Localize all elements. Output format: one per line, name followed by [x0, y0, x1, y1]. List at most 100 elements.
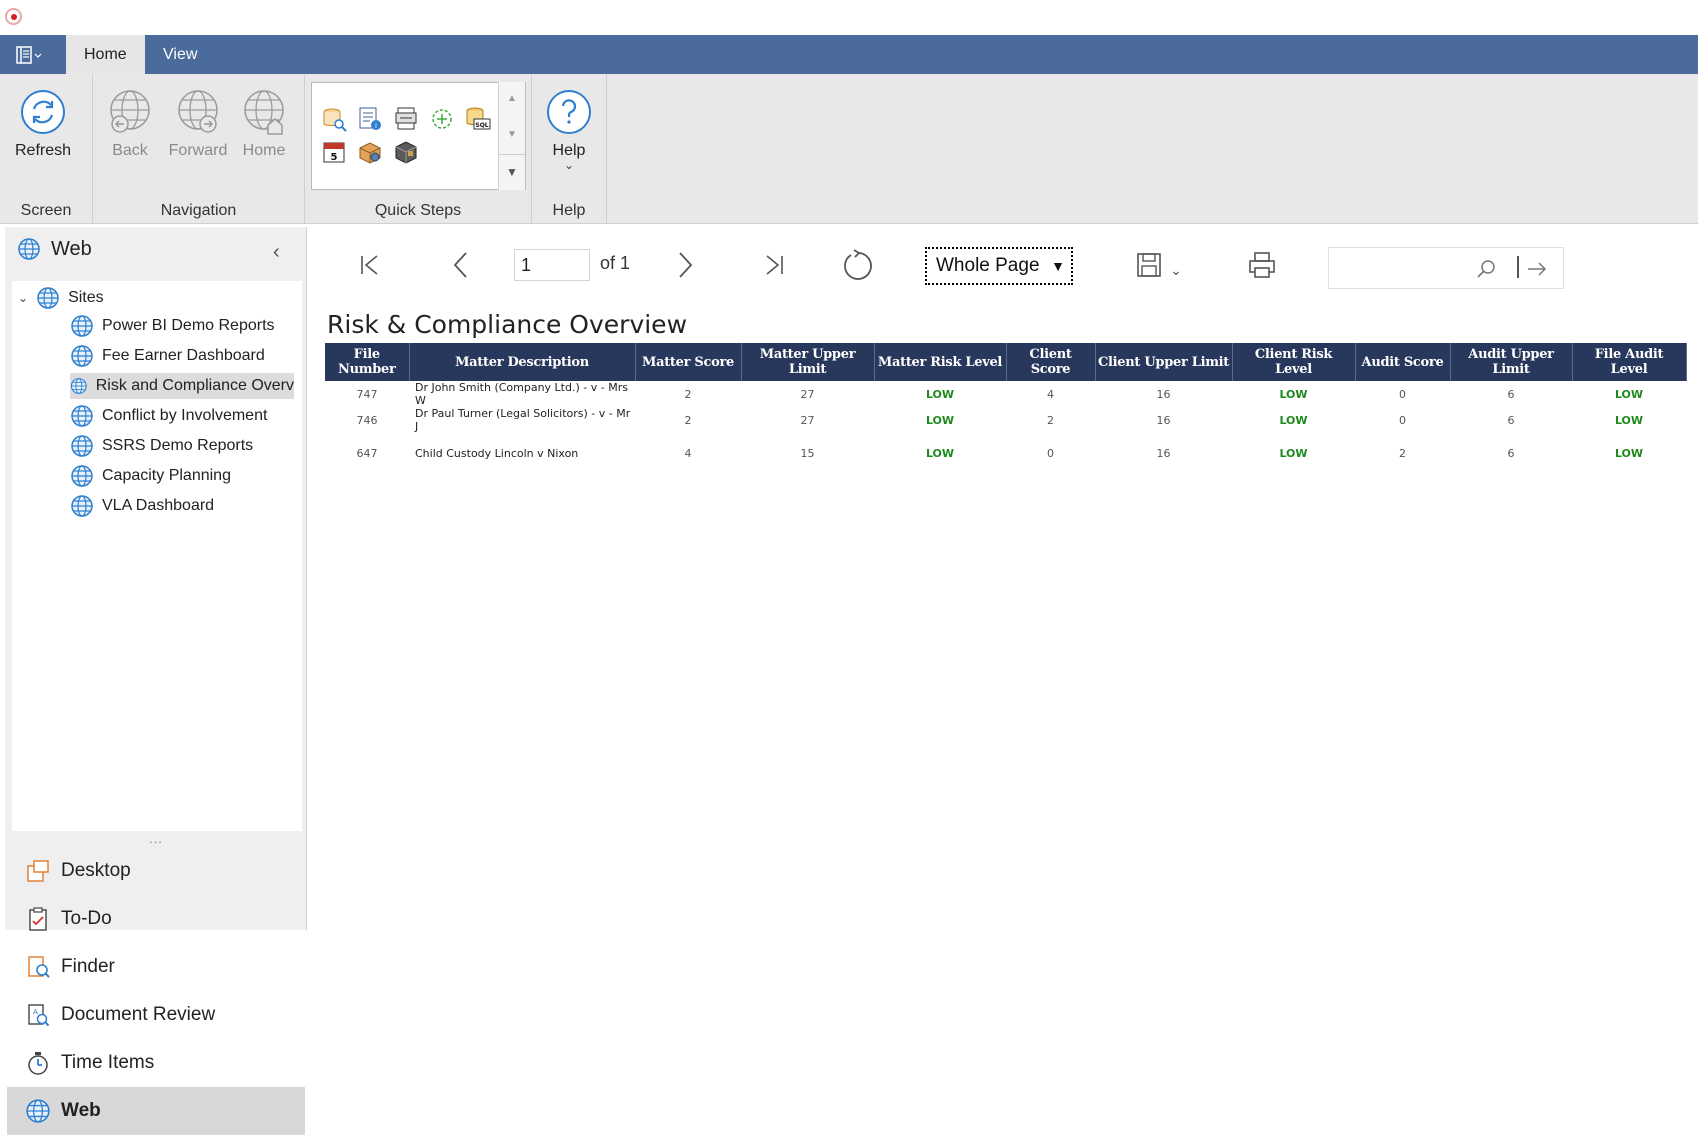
quick-steps-scroll: ▲ ▼ ▼: [498, 82, 525, 190]
report-search-input[interactable]: [1333, 254, 1473, 282]
tree-node-site[interactable]: Conflict by Involvement: [70, 403, 294, 429]
column-header: Client Risk Level: [1232, 343, 1356, 381]
print-button[interactable]: [1244, 247, 1280, 283]
nav-item-desktop[interactable]: Desktop: [7, 847, 305, 895]
last-page-button[interactable]: [759, 247, 789, 283]
form-info-icon[interactable]: i: [356, 105, 384, 133]
chevron-right-icon: [679, 252, 693, 278]
last-page-icon: [766, 255, 783, 275]
tree-node-site[interactable]: VLA Dashboard: [70, 493, 294, 519]
refresh-icon: [844, 249, 872, 280]
ribbon-group-help: Help ⌄ Help: [532, 74, 607, 224]
tree-node-site[interactable]: Risk and Compliance Overv: [70, 373, 294, 399]
archive-box-icon[interactable]: [392, 138, 420, 166]
svg-text:A: A: [33, 1008, 38, 1016]
table-row: 747 Dr John Smith (Company Ltd.) - v - Mr…: [325, 381, 1686, 407]
chevron-down-icon: ⌄: [1170, 261, 1182, 278]
calendar-icon[interactable]: 5: [320, 138, 348, 166]
tree-node-site[interactable]: Power BI Demo Reports: [70, 313, 294, 339]
tree-node-site[interactable]: Capacity Planning: [70, 463, 294, 489]
app-menu-icon: [16, 45, 42, 64]
refresh-button[interactable]: Refresh: [8, 88, 78, 160]
globe-icon: [18, 238, 40, 260]
nav-label: Desktop: [61, 860, 131, 881]
tree-label: SSRS Demo Reports: [102, 437, 254, 454]
scroll-down-icon[interactable]: ▼: [499, 118, 525, 154]
collapse-pane-chevron-icon[interactable]: ‹: [273, 241, 280, 264]
table-cell: 6: [1507, 387, 1515, 401]
app-menu-button[interactable]: [0, 35, 58, 74]
search-next-arrow-icon[interactable]: [1525, 258, 1549, 280]
refresh-report-button[interactable]: [840, 247, 876, 283]
nav-item-web[interactable]: Web: [7, 1087, 305, 1135]
report-table: File Number Matter Description Matter Scor…: [325, 343, 1687, 473]
search-divider: [1517, 256, 1519, 278]
next-page-button[interactable]: [670, 247, 700, 283]
page-number-input[interactable]: 1: [514, 249, 590, 281]
report-title: Risk & Compliance Overview: [327, 310, 688, 339]
table-cell: 2: [1047, 413, 1054, 427]
forward-button[interactable]: Forward: [163, 88, 233, 160]
column-header: Matter Upper Limit: [741, 343, 875, 381]
table-cell: 2: [684, 387, 692, 401]
globe-icon: [71, 465, 93, 487]
nav-item-to-do[interactable]: To-Do: [7, 895, 305, 943]
green-circle-add-icon[interactable]: [428, 105, 456, 133]
help-label: Help: [552, 142, 586, 159]
finder-icon: [28, 956, 50, 978]
tree-node-site[interactable]: SSRS Demo Reports: [70, 433, 294, 459]
nav-item-finder[interactable]: Finder: [7, 943, 305, 991]
previous-page-button[interactable]: [446, 247, 476, 283]
nav-item-time-items[interactable]: Time Items: [7, 1039, 305, 1087]
gallery-expand-icon[interactable]: ▼: [499, 154, 525, 190]
help-dropdown-chevron-icon[interactable]: ⌄: [534, 159, 604, 171]
home-button[interactable]: Home: [229, 88, 299, 160]
package-tools-icon[interactable]: [356, 138, 384, 166]
table-cell: 6: [1507, 446, 1515, 460]
export-button[interactable]: ⌄: [1128, 247, 1188, 283]
first-page-button[interactable]: [355, 247, 385, 283]
nav-item-document-review[interactable]: A Document Review: [7, 991, 305, 1039]
ribbon-group-navigation: Back Forward Home Navigation: [93, 74, 305, 224]
table-cell: 27: [800, 387, 815, 401]
table-cell: 746: [356, 413, 378, 427]
database-search-icon[interactable]: [320, 105, 348, 133]
tree-node-site[interactable]: Fee Earner Dashboard: [70, 343, 294, 369]
scanner-icon[interactable]: [392, 105, 420, 133]
globe-home-icon: [244, 90, 284, 135]
printer-icon: [1249, 252, 1275, 278]
zoom-select[interactable]: Whole Page ▼: [925, 247, 1073, 285]
column-header: Matter Risk Level: [874, 343, 1007, 381]
table-cell: LOW: [925, 413, 955, 427]
column-header: Audit Score: [1355, 343, 1451, 381]
expand-chevron-icon[interactable]: ⌄: [18, 291, 28, 305]
table-cell: 747: [356, 387, 378, 401]
search-icon[interactable]: [1475, 258, 1497, 280]
sql-database-icon[interactable]: SQL: [464, 105, 492, 133]
table-row: 746 Dr Paul Turner (Legal Solicitors) - v…: [325, 407, 1686, 433]
tab-view[interactable]: View: [145, 35, 215, 74]
desktop-icon: [27, 860, 49, 882]
globe-forward-icon: [178, 90, 218, 133]
table-cell: 15: [800, 446, 815, 460]
scroll-up-icon[interactable]: ▲: [499, 82, 525, 118]
tree-label: Risk and Compliance Overv: [95, 377, 294, 394]
back-button[interactable]: Back: [95, 88, 165, 160]
refresh-icon: [21, 90, 65, 134]
table-cell: 16: [1156, 413, 1171, 427]
tab-home[interactable]: Home: [66, 35, 145, 74]
page-count: of 1: [600, 253, 631, 273]
pane-splitter[interactable]: ...: [5, 831, 307, 846]
ribbon-tab-bar: Home View: [0, 35, 1698, 74]
globe-back-icon: [110, 90, 150, 133]
nav-label: Time Items: [61, 1052, 155, 1073]
nav-label: Document Review: [61, 1004, 216, 1025]
column-header: Matter Score: [635, 343, 742, 381]
help-button[interactable]: Help ⌄: [534, 88, 604, 171]
group-label-navigation: Navigation: [160, 202, 237, 219]
title-bar: [0, 0, 1698, 35]
table-cell: 16: [1156, 446, 1171, 460]
table-cell: LOW: [1279, 446, 1308, 460]
report-viewer: 1 of 1 Whole Page ▼ ⌄ Risk & Compliance …: [310, 227, 1698, 930]
tree-node-sites[interactable]: ⌄ Sites: [18, 285, 104, 311]
